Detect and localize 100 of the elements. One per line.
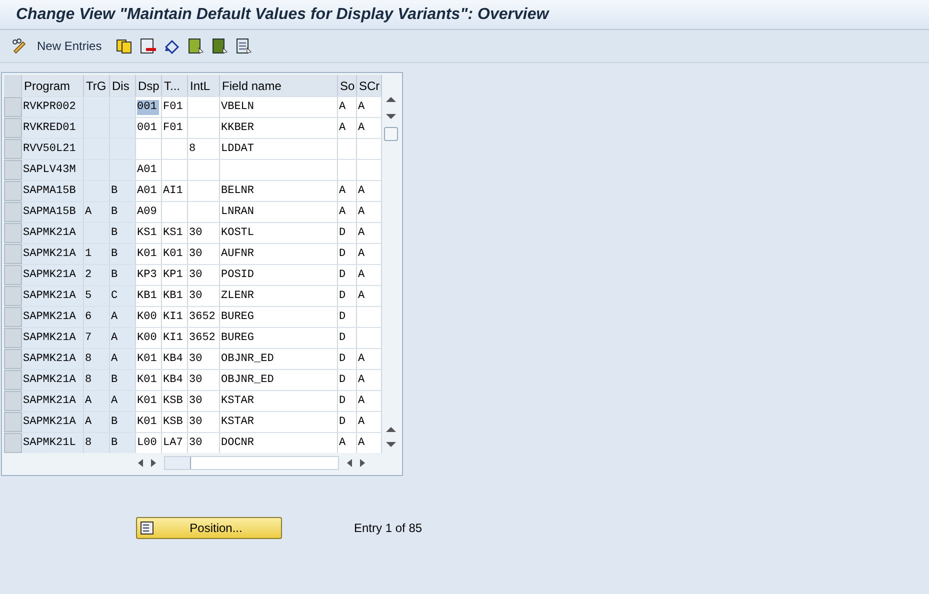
table-cell: SAPMA15B: [22, 181, 84, 201]
table-cell: A01: [136, 160, 162, 180]
column-header[interactable]: So: [338, 75, 357, 96]
select-all-cell[interactable]: [4, 75, 22, 96]
row-selector[interactable]: [4, 139, 22, 159]
column-header[interactable]: Dis: [110, 75, 136, 96]
table-cell: SAPMK21A: [22, 391, 84, 411]
deselect-all-icon[interactable]: [236, 38, 252, 54]
table-cell: SAPMK21A: [22, 307, 84, 327]
column-header[interactable]: Dsp: [136, 75, 162, 96]
table-cell: SAPMK21A: [22, 265, 84, 285]
row-selector[interactable]: [4, 118, 22, 138]
table-cell: K01: [136, 370, 162, 390]
row-selector[interactable]: [4, 307, 22, 327]
table-cell: A: [357, 181, 382, 201]
table-cell: KSB: [162, 391, 188, 411]
table-cell: K01: [136, 412, 162, 432]
scroll-right-icon[interactable]: [360, 459, 365, 467]
position-button[interactable]: Position...: [136, 517, 282, 539]
table-cell: D: [338, 265, 357, 285]
column-header[interactable]: IntL: [188, 75, 220, 96]
table-cell: KB4: [162, 370, 188, 390]
table-cell: A01: [136, 181, 162, 201]
table-cell: K00: [136, 307, 162, 327]
row-selector[interactable]: [4, 412, 22, 432]
table-cell: A: [84, 202, 110, 222]
table-cell: ZLENR: [220, 286, 338, 306]
scroll-right-icon[interactable]: [151, 459, 156, 467]
table-cell: A: [338, 97, 357, 117]
table-cell: KB4: [162, 349, 188, 369]
table-cell: 30: [188, 349, 220, 369]
table-cell: A: [357, 391, 382, 411]
table-cell: A: [338, 433, 357, 453]
row-selector[interactable]: [4, 265, 22, 285]
scroll-down-icon[interactable]: [386, 114, 396, 119]
new-entries-button[interactable]: New Entries: [35, 37, 104, 55]
table-cell: F01: [162, 97, 188, 117]
scroll-up-icon[interactable]: [386, 427, 396, 432]
table-cell: D: [338, 286, 357, 306]
table-cell: A: [357, 265, 382, 285]
row-selector[interactable]: [4, 202, 22, 222]
column-header[interactable]: T...: [162, 75, 188, 96]
table-cell: A: [110, 307, 136, 327]
pencil-icon[interactable]: [11, 38, 27, 54]
row-selector[interactable]: [4, 328, 22, 348]
column-header[interactable]: Field name: [220, 75, 338, 96]
copy-icon[interactable]: [116, 38, 132, 54]
select-all-icon[interactable]: [188, 38, 204, 54]
table-cell: D: [338, 412, 357, 432]
window-title: Change View "Maintain Default Values for Display Variants": Overview: [16, 4, 549, 24]
horizontal-scrollbar[interactable]: [164, 456, 339, 470]
row-selector[interactable]: [4, 433, 22, 453]
table-cell: BUREG: [220, 328, 338, 348]
table-cell: K01: [162, 244, 188, 264]
table-cell: L00: [136, 433, 162, 453]
table-cell: A: [357, 244, 382, 264]
table-cell: BELNR: [220, 181, 338, 201]
table-cell: A: [338, 181, 357, 201]
table-cell: D: [338, 328, 357, 348]
table-cell: A: [357, 97, 382, 117]
row-selector[interactable]: [4, 97, 22, 117]
scroll-thumb[interactable]: [165, 457, 191, 469]
table-cell: 001: [136, 97, 162, 117]
column-header[interactable]: TrG: [84, 75, 110, 96]
table-cell: B: [110, 433, 136, 453]
row-selector[interactable]: [4, 286, 22, 306]
row-selector[interactable]: [4, 160, 22, 180]
scroll-left-icon[interactable]: [138, 459, 143, 467]
row-selector[interactable]: [4, 391, 22, 411]
row-selector[interactable]: [4, 244, 22, 264]
table-cell: A: [110, 328, 136, 348]
table-cell: OBJNR_ED: [220, 349, 338, 369]
row-selector[interactable]: [4, 370, 22, 390]
table-cell: SAPMA15B: [22, 202, 84, 222]
select-block-icon[interactable]: [212, 38, 228, 54]
scroll-up-icon[interactable]: [386, 97, 396, 102]
table-cell: SAPMK21A: [22, 370, 84, 390]
row-selector[interactable]: [4, 181, 22, 201]
table-cell: SAPMK21A: [22, 244, 84, 264]
table-cell: A: [357, 349, 382, 369]
scroll-down-icon[interactable]: [386, 442, 396, 447]
scroll-left-icon[interactable]: [347, 459, 352, 467]
table-cell: RVV50L21: [22, 139, 84, 159]
table-cell: D: [338, 391, 357, 411]
table-cell: 8: [188, 139, 220, 159]
table-cell: 1: [84, 244, 110, 264]
column-header[interactable]: Program: [22, 75, 84, 96]
table-cell: B: [110, 370, 136, 390]
table-cell: A: [338, 118, 357, 138]
table-cell: AUFNR: [220, 244, 338, 264]
delete-icon[interactable]: [140, 38, 156, 54]
table-cell: K00: [136, 328, 162, 348]
table-cell: KOSTL: [220, 223, 338, 243]
row-selector[interactable]: [4, 223, 22, 243]
row-selector[interactable]: [4, 349, 22, 369]
table-cell: LNRAN: [220, 202, 338, 222]
table-cell: VBELN: [220, 97, 338, 117]
table-cell: OBJNR_ED: [220, 370, 338, 390]
table-cell: B: [110, 202, 136, 222]
scroll-thumb[interactable]: [384, 127, 398, 141]
